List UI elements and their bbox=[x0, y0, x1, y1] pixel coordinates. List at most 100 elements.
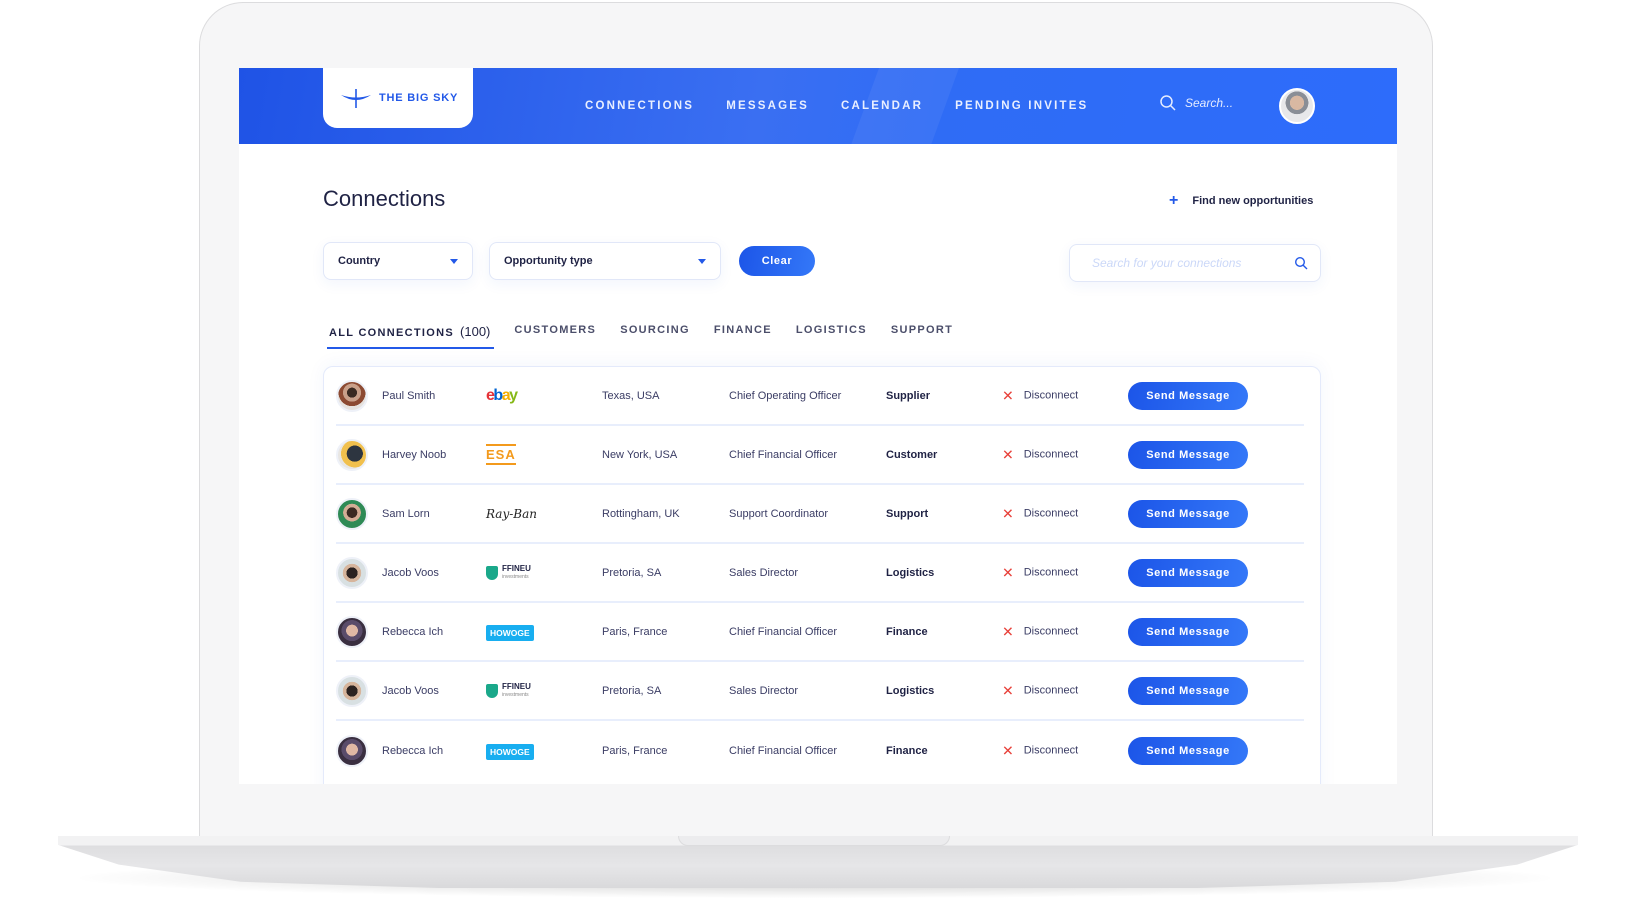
howoge-logo: HOWOGE bbox=[486, 743, 534, 760]
contact-name[interactable]: Harvey Noob bbox=[382, 449, 446, 461]
disconnect-button[interactable]: ✕ Disconnect bbox=[1002, 564, 1078, 581]
send-message-button[interactable]: Send Message bbox=[1128, 381, 1248, 410]
contact-name[interactable]: Jacob Voos bbox=[382, 685, 439, 697]
disconnect-button[interactable]: ✕ Disconnect bbox=[1002, 387, 1078, 404]
disconnect-button[interactable]: ✕ Disconnect bbox=[1002, 742, 1078, 759]
contact-avatar[interactable] bbox=[336, 674, 368, 707]
table-row: Paul Smith ebay Texas, USA Chief Operating … bbox=[336, 367, 1304, 426]
connection-type: Support bbox=[886, 507, 929, 520]
find-opportunities-link[interactable]: + Find new opportunities bbox=[1169, 192, 1313, 210]
close-icon: ✕ bbox=[1002, 387, 1014, 403]
contact-job-title: Chief Financial Officer bbox=[729, 448, 838, 461]
rayban-logo: Ray-Ban bbox=[486, 506, 537, 521]
contact-name[interactable]: Paul Smith bbox=[382, 390, 435, 402]
nav-connections[interactable]: CONNECTIONS bbox=[585, 100, 694, 112]
contact-name[interactable]: Sam Lorn bbox=[382, 508, 430, 520]
disconnect-label: Disconnect bbox=[1023, 389, 1079, 402]
tab-all-connections[interactable]: ALL CONNECTIONS (100) bbox=[326, 324, 495, 349]
contact-avatar[interactable] bbox=[336, 734, 368, 767]
contact-location: Paris, France bbox=[602, 744, 668, 757]
connection-tabs: ALL CONNECTIONS (100) CUSTOMERS SOURCING … bbox=[326, 324, 953, 349]
contact-location: Pretoria, SA bbox=[602, 684, 662, 697]
tab-sourcing[interactable]: SOURCING bbox=[620, 324, 690, 349]
contact-location: New York, USA bbox=[602, 448, 678, 461]
laptop-notch bbox=[678, 836, 950, 846]
table-row: Sam Lorn Ray-Ban Rottingham, UK Support Coo… bbox=[336, 485, 1304, 544]
brand-logo[interactable]: THE BIG SKY bbox=[323, 68, 473, 128]
disconnect-button[interactable]: ✕ Disconnect bbox=[1002, 505, 1078, 522]
tab-support[interactable]: SUPPORT bbox=[891, 324, 953, 349]
disconnect-button[interactable]: ✕ Disconnect bbox=[1002, 623, 1078, 640]
contact-name[interactable]: Jacob Voos bbox=[382, 567, 439, 579]
table-row: Jacob Voos FFINEU investments Pretoria, SA S… bbox=[336, 544, 1304, 603]
connection-type: Finance bbox=[886, 744, 928, 757]
contact-location: Rottingham, UK bbox=[602, 507, 680, 520]
contact-job-title: Chief Financial Officer bbox=[729, 625, 838, 638]
esa-logo: ESA bbox=[486, 443, 516, 465]
table-row: Rebecca Ich HOWOGE Paris, France Chief Fina… bbox=[336, 721, 1304, 780]
contact-location: Texas, USA bbox=[602, 389, 660, 402]
table-row: Jacob Voos FFINEU investments Pretoria, SA S… bbox=[336, 662, 1304, 721]
contact-avatar[interactable] bbox=[336, 615, 368, 648]
company-logo: FFINEU investments bbox=[486, 682, 531, 699]
disconnect-button[interactable]: ✕ Disconnect bbox=[1002, 446, 1078, 463]
plus-icon: + bbox=[1169, 192, 1179, 209]
user-avatar[interactable] bbox=[1279, 88, 1315, 124]
chevron-down-icon bbox=[450, 258, 458, 264]
tab-finance[interactable]: FINANCE bbox=[714, 324, 772, 349]
contact-avatar[interactable] bbox=[336, 556, 368, 589]
contact-avatar[interactable] bbox=[336, 379, 368, 412]
disconnect-label: Disconnect bbox=[1023, 684, 1079, 697]
top-navbar: THE BIG SKY CONNECTIONS MESSAGES CALENDA… bbox=[239, 68, 1397, 144]
send-message-button[interactable]: Send Message bbox=[1128, 676, 1248, 705]
country-select[interactable]: Country bbox=[323, 242, 473, 280]
company-logo: HOWOGE bbox=[486, 623, 534, 641]
send-message-button[interactable]: Send Message bbox=[1128, 558, 1248, 587]
contact-avatar[interactable] bbox=[336, 438, 368, 471]
contact-job-title: Support Coordinator bbox=[729, 507, 829, 520]
disconnect-label: Disconnect bbox=[1023, 448, 1079, 461]
global-search[interactable]: Search... bbox=[1159, 94, 1233, 112]
contact-job-title: Chief Operating Officer bbox=[729, 389, 842, 402]
contact-name[interactable]: Rebecca Ich bbox=[382, 745, 443, 757]
chevron-down-icon bbox=[698, 258, 706, 264]
connections-count: (100) bbox=[460, 324, 491, 339]
clear-button[interactable]: Clear bbox=[739, 246, 815, 276]
send-message-button[interactable]: Send Message bbox=[1128, 736, 1248, 765]
close-icon: ✕ bbox=[1002, 742, 1014, 758]
disconnect-button[interactable]: ✕ Disconnect bbox=[1002, 682, 1078, 699]
opportunity-type-select[interactable]: Opportunity type bbox=[489, 242, 721, 280]
company-logo: FFINEU investments bbox=[486, 564, 531, 581]
close-icon: ✕ bbox=[1002, 623, 1014, 639]
tab-customers[interactable]: CUSTOMERS bbox=[514, 324, 596, 349]
company-logo: Ray-Ban bbox=[486, 505, 537, 523]
disconnect-label: Disconnect bbox=[1023, 744, 1079, 757]
ffineu-logo: FFINEU investments bbox=[486, 682, 531, 699]
page-title: Connections bbox=[323, 186, 446, 211]
close-icon: ✕ bbox=[1002, 446, 1014, 462]
search-icon[interactable] bbox=[1294, 256, 1308, 270]
table-row: Harvey Noob ESA New York, USA Chief Financi… bbox=[336, 426, 1304, 485]
brand-name: THE BIG SKY bbox=[379, 92, 459, 104]
send-message-button[interactable]: Send Message bbox=[1128, 499, 1248, 528]
howoge-logo: HOWOGE bbox=[486, 624, 534, 641]
contact-location: Paris, France bbox=[602, 625, 668, 638]
contact-name[interactable]: Rebecca Ich bbox=[382, 626, 443, 638]
send-message-button[interactable]: Send Message bbox=[1128, 440, 1248, 469]
tab-logistics[interactable]: LOGISTICS bbox=[796, 324, 867, 349]
send-message-button[interactable]: Send Message bbox=[1128, 617, 1248, 646]
table-row: Rebecca Ich HOWOGE Paris, France Chief Fina… bbox=[336, 603, 1304, 662]
nav-calendar[interactable]: CALENDAR bbox=[841, 100, 923, 112]
app-screen: THE BIG SKY CONNECTIONS MESSAGES CALENDA… bbox=[239, 68, 1397, 784]
disconnect-label: Disconnect bbox=[1023, 625, 1079, 638]
connections-search-input[interactable] bbox=[1092, 256, 1292, 270]
contact-avatar[interactable] bbox=[336, 497, 368, 530]
tab-label: ALL CONNECTIONS bbox=[329, 327, 455, 339]
close-icon: ✕ bbox=[1002, 682, 1014, 698]
bird-logo-icon bbox=[341, 89, 371, 108]
nav-pending-invites[interactable]: PENDING INVITES bbox=[955, 100, 1088, 112]
close-icon: ✕ bbox=[1002, 564, 1014, 580]
nav-messages[interactable]: MESSAGES bbox=[726, 100, 809, 112]
contact-job-title: Sales Director bbox=[729, 566, 799, 579]
ffineu-logo: FFINEU investments bbox=[486, 564, 531, 581]
